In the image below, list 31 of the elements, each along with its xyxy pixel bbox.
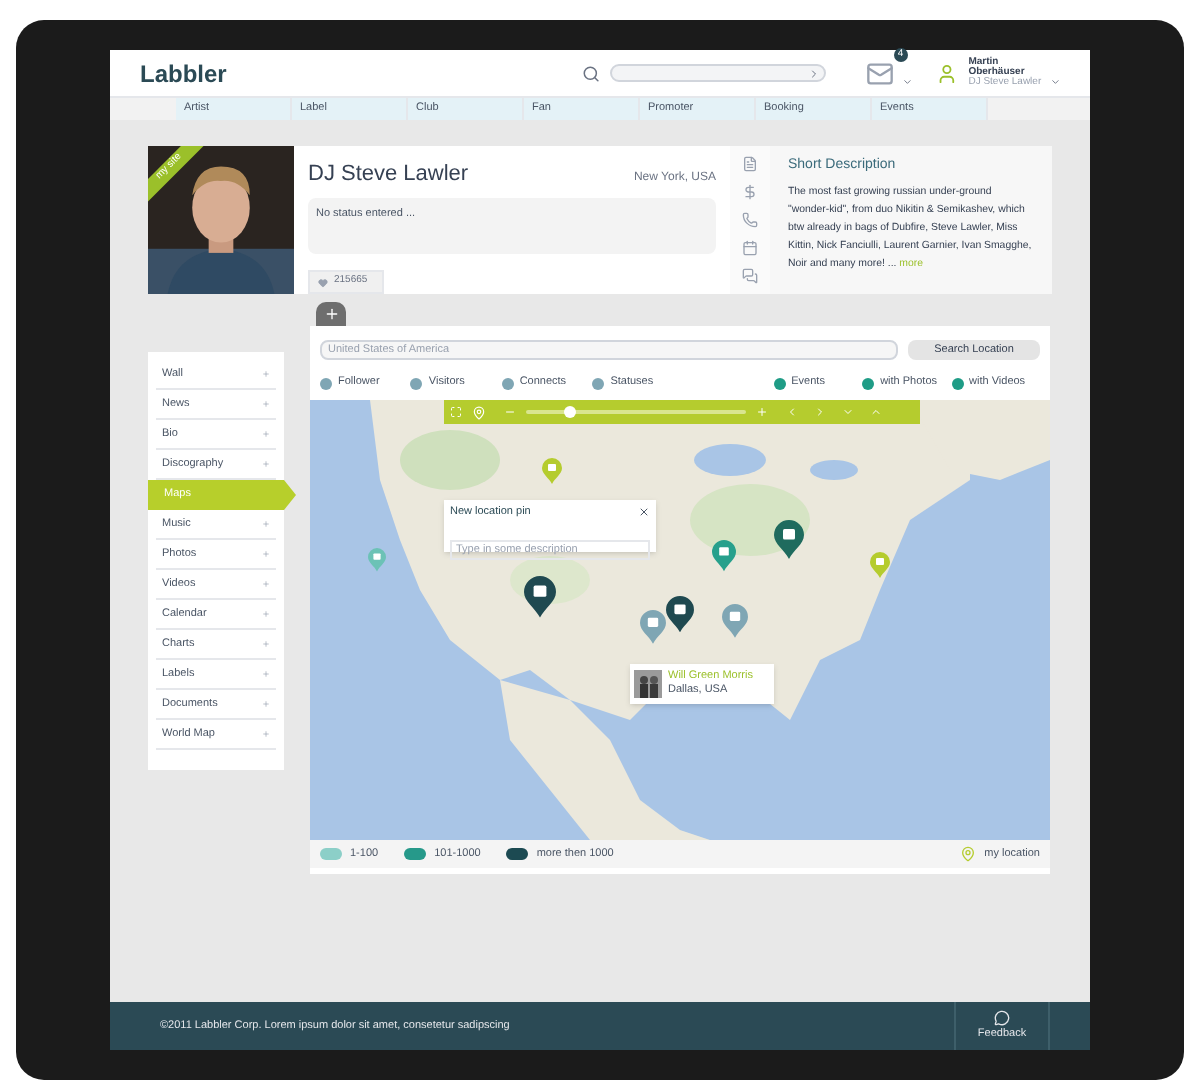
plus-icon [262, 580, 270, 588]
search-field[interactable] [610, 64, 826, 82]
phone-icon[interactable] [742, 212, 758, 228]
plus-icon [262, 550, 270, 558]
plus-icon [262, 700, 270, 708]
mail-icon[interactable] [865, 59, 894, 87]
plus-icon [262, 610, 270, 618]
document-icon[interactable] [742, 156, 758, 172]
speech-bubble-icon [994, 1009, 1010, 1026]
calendar-icon[interactable] [742, 240, 758, 256]
plus-icon [262, 520, 270, 528]
plus-icon [262, 370, 270, 378]
caret-icon[interactable] [901, 75, 913, 87]
dollar-icon[interactable] [742, 184, 758, 200]
location-pin-icon [960, 846, 977, 862]
plus-icon [323, 306, 339, 322]
avatar-icon [936, 61, 959, 85]
add-tab[interactable] [316, 302, 346, 326]
search-icon [582, 63, 601, 83]
plus-icon [262, 670, 270, 678]
go-icon[interactable] [807, 67, 820, 79]
plus-icon [262, 640, 270, 648]
heart-icon [318, 277, 328, 287]
plus-icon [262, 460, 270, 468]
chat-icon[interactable] [742, 268, 758, 284]
profile-name: DJ Steve Lawler [308, 160, 469, 190]
plus-icon [262, 400, 270, 408]
plus-icon [262, 730, 270, 738]
caret-icon[interactable] [1049, 75, 1060, 87]
plus-icon [262, 430, 270, 438]
logo[interactable]: Labbler [140, 55, 227, 91]
